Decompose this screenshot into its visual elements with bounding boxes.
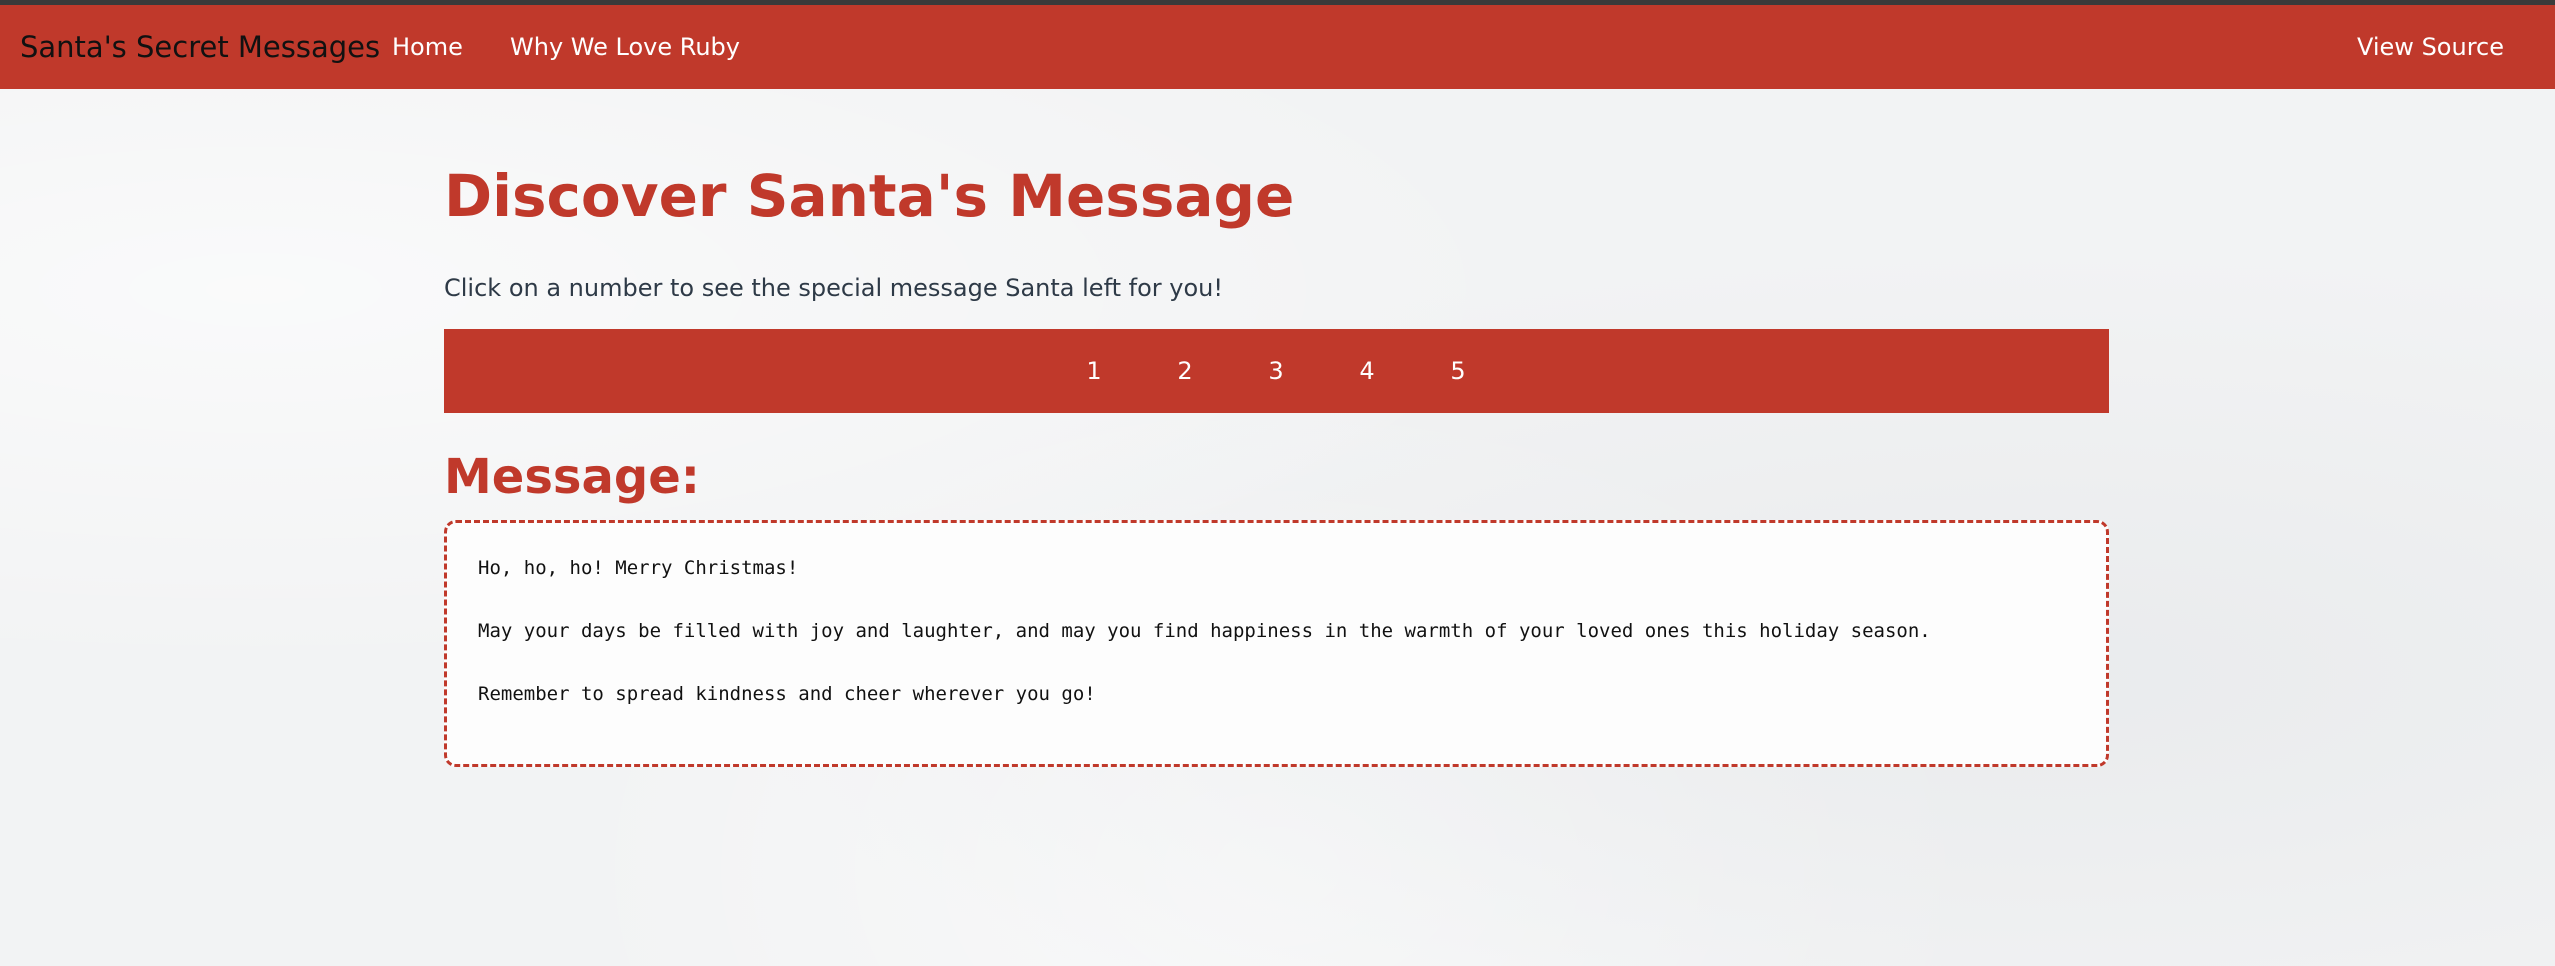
- brand-link[interactable]: Santa's Secret Messages: [20, 5, 380, 89]
- message-number-4-link[interactable]: 4: [1347, 329, 1387, 413]
- nav-why-we-love-ruby-link[interactable]: Why We Love Ruby: [510, 5, 740, 89]
- message-number-3-link[interactable]: 3: [1256, 329, 1296, 413]
- page-subtitle: Click on a number to see the special mes…: [444, 274, 1223, 302]
- page-title: Discover Santa's Message: [444, 162, 1295, 230]
- message-number-2-link[interactable]: 2: [1165, 329, 1205, 413]
- message-number-1-link[interactable]: 1: [1074, 329, 1114, 413]
- number-selector-bar: 1 2 3 4 5: [444, 329, 2109, 413]
- message-line: Ho, ho, ho! Merry Christmas!: [478, 557, 799, 579]
- message-line: May your days be filled with joy and lau…: [478, 620, 1931, 642]
- message-line: Remember to spread kindness and cheer wh…: [478, 683, 1096, 705]
- nav-view-source-link[interactable]: View Source: [2357, 5, 2504, 89]
- nav-home-link[interactable]: Home: [392, 5, 463, 89]
- message-heading: Message:: [444, 449, 700, 505]
- message-box: Ho, ho, ho! Merry Christmas! May your da…: [444, 520, 2109, 767]
- message-number-5-link[interactable]: 5: [1438, 329, 1478, 413]
- top-navbar: Santa's Secret Messages Home Why We Love…: [0, 5, 2555, 89]
